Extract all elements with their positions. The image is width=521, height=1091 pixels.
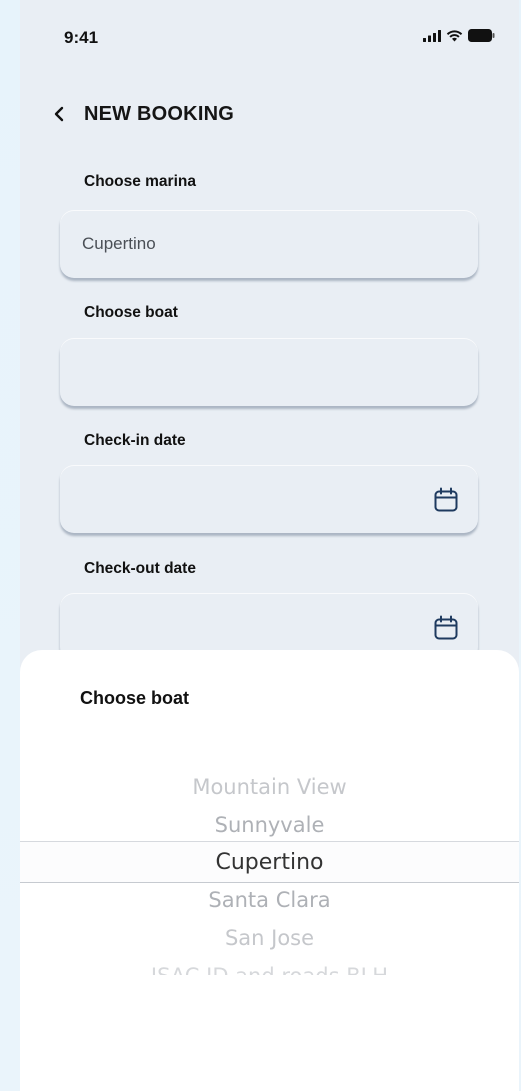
- picker-option[interactable]: ISAC ID and roads BLH: [20, 964, 519, 975]
- boat-picker-wheel[interactable]: Mountain View Sunnyvale Cupertino Santa …: [20, 770, 519, 975]
- battery-icon: [468, 29, 495, 47]
- checkout-label: Check-out date: [84, 560, 196, 577]
- signal-icon: [423, 29, 441, 47]
- boat-field[interactable]: [60, 338, 478, 406]
- picker-option[interactable]: Santa Clara: [20, 888, 519, 912]
- picker-option[interactable]: San Jose: [20, 926, 519, 950]
- boat-picker-sheet: Choose boat Mountain View Sunnyvale Cupe…: [20, 650, 519, 1091]
- marina-field[interactable]: Cupertino: [60, 210, 478, 278]
- status-time: 9:41: [64, 28, 99, 47]
- chevron-left-icon: [54, 106, 64, 122]
- wifi-icon: [446, 29, 463, 47]
- picker-option[interactable]: Sunnyvale: [20, 813, 519, 837]
- status-bar: 9:41: [20, 0, 519, 80]
- picker-option-selected[interactable]: Cupertino: [20, 850, 519, 875]
- checkin-label: Check-in date: [84, 432, 186, 449]
- calendar-icon[interactable]: [433, 615, 459, 641]
- picker-option[interactable]: Mountain View: [20, 775, 519, 799]
- back-button[interactable]: [50, 102, 68, 126]
- page-header: NEW BOOKING: [50, 102, 234, 126]
- sheet-title: Choose boat: [80, 688, 190, 708]
- marina-label: Choose marina: [84, 173, 196, 190]
- boat-label: Choose boat: [84, 304, 178, 321]
- marina-value: Cupertino: [82, 234, 156, 253]
- calendar-icon[interactable]: [433, 487, 459, 513]
- status-icons: [423, 29, 495, 47]
- page-title: NEW BOOKING: [84, 102, 234, 125]
- checkin-date-field[interactable]: [60, 465, 478, 533]
- phone-screen: 9:41 NEW BOOKING Choose marina Cupertino…: [20, 0, 519, 1091]
